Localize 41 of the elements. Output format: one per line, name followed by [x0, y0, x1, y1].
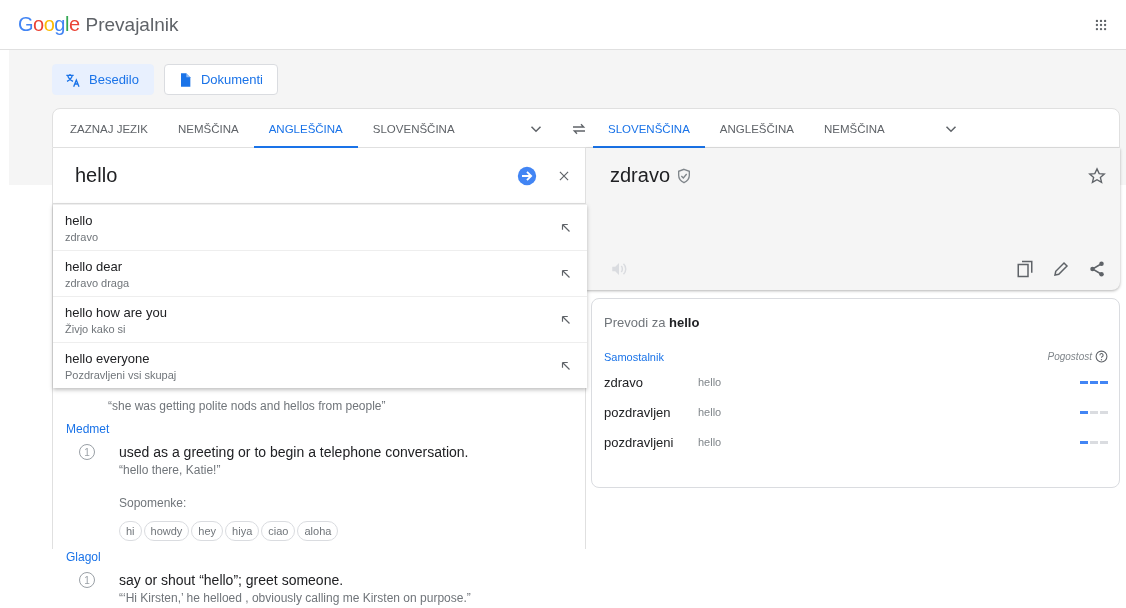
back-translation: hello: [698, 376, 723, 388]
language-tab[interactable]: NEMŠČINA: [162, 109, 254, 148]
translations-title: Prevodi za hello: [604, 315, 701, 330]
source-text-field[interactable]: hello: [73, 163, 517, 188]
translate-icon: [65, 71, 81, 88]
go-icon[interactable]: [517, 165, 537, 186]
logo[interactable]: Google: [18, 13, 80, 36]
translation-word[interactable]: zdravo: [604, 374, 698, 390]
example-text: “hello there, Katie!”: [119, 463, 222, 477]
language-tab[interactable]: SLOVENŠČINA: [357, 109, 470, 148]
translation-word[interactable]: pozdravljeni: [604, 434, 698, 450]
mode-tab[interactable]: Besedilo: [52, 64, 154, 95]
suggestion-item[interactable]: hello everyone Pozdravljeni vsi skupaj: [53, 342, 587, 388]
suggestion-item[interactable]: hello zdravo: [53, 204, 587, 250]
part-of-speech: Samostalnik: [604, 350, 665, 363]
suggestion-item[interactable]: hello how are you Živjo kako si: [53, 296, 587, 342]
pencil-icon[interactable]: [1052, 260, 1070, 278]
part-of-speech: Medmet: [66, 422, 111, 436]
copy-icon[interactable]: [1016, 260, 1034, 278]
language-tab[interactable]: NEMŠČINA: [808, 109, 900, 148]
language-tab[interactable]: ANGLEŠČINA: [704, 109, 809, 148]
translated-text: zdravo: [610, 164, 671, 187]
product-name: Prevajalnik: [85, 13, 179, 36]
back-translation: hello: [698, 406, 723, 418]
definition-text: used as a greeting or to begin a telephone conversation.: [119, 444, 470, 460]
part-of-speech: Glagol: [66, 550, 102, 564]
translation-word[interactable]: pozdravljen: [604, 404, 698, 420]
example-text: “she was getting polite nods and hellos from people”: [108, 399, 387, 413]
help-icon[interactable]: [1095, 350, 1108, 363]
back-translation: hello: [698, 436, 723, 448]
shield-check-icon: [676, 167, 693, 184]
suggestion-item[interactable]: hello dear zdravo draga: [53, 250, 587, 296]
definition-text: say or shout “hello”; greet someone.: [119, 572, 345, 588]
language-tab[interactable]: ZAZNAJ JEZIK: [55, 109, 163, 148]
share-icon[interactable]: [1088, 260, 1106, 278]
mode-tab[interactable]: Dokumenti: [163, 64, 278, 95]
example-text: “‘Hi Kirsten,’ he helloed , obviously calling me Kirsten on purpose.”: [119, 591, 472, 605]
apps-icon[interactable]: [1094, 17, 1108, 32]
star-icon[interactable]: [1088, 166, 1106, 185]
synonyms-label: Sopomenke:: [119, 496, 188, 510]
frequency-label: Pogostost: [1047, 351, 1092, 362]
